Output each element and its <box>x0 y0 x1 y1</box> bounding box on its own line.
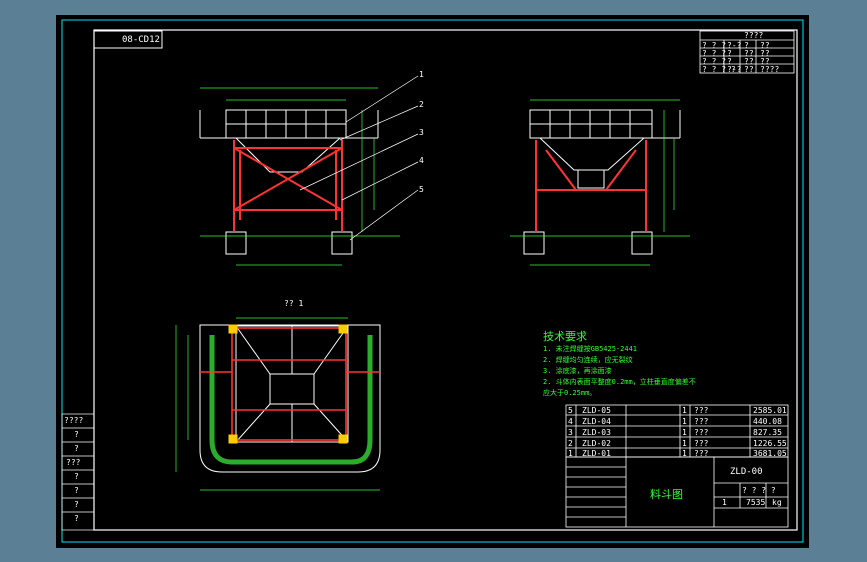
part-weight: 2585.01 <box>753 406 787 415</box>
part-no: 5 <box>568 406 573 415</box>
title-total-weight: 7535 <box>746 498 766 507</box>
title-scale-marks: ? ? ? ? <box>742 486 776 495</box>
part-weight: 440.08 <box>753 417 782 426</box>
tech-line-3: 3. 涂底漆，再涂面漆 <box>543 367 612 375</box>
part-mat: ??? <box>694 428 709 437</box>
part-code: ZLD-05 <box>582 406 611 415</box>
drawing-canvas <box>56 15 809 548</box>
callout-2: 2 <box>419 100 424 109</box>
drawing-sheet <box>56 15 809 548</box>
left-table-row: ???? <box>64 416 84 425</box>
tech-line-4: 2. 斗体内表面平整度0.2mm，立柱垂直度偏差不 <box>543 378 696 386</box>
part-code: ZLD-02 <box>582 439 611 448</box>
drawing-number: 08-CD12 <box>122 35 160 45</box>
part-mat: ??? <box>694 406 709 415</box>
part-code: ZLD-01 <box>582 449 611 458</box>
part-weight: 1226.55 <box>753 439 787 448</box>
part-weight: 827.35 <box>753 428 782 437</box>
title-sheet: 1 <box>722 498 727 507</box>
tech-line-1: 1. 未注焊缝按GB5425-2441 <box>543 345 638 353</box>
part-no: 2 <box>568 439 573 448</box>
part-code: ZLD-03 <box>582 428 611 437</box>
part-mat: ??? <box>694 417 709 426</box>
tech-line-2: 2. 焊缝均匀连续，应无裂纹 <box>543 356 633 364</box>
drawing-title: 料斗图 <box>650 488 683 501</box>
part-qty: 1 <box>682 406 687 415</box>
callout-1: 1 <box>419 70 424 79</box>
left-table-row: ? <box>74 472 79 481</box>
part-weight: 3681.05 <box>753 449 787 458</box>
left-table-row: ? <box>74 500 79 509</box>
top-block-r4c4: ???? <box>760 65 780 74</box>
title-code: ZLD-00 <box>730 467 763 477</box>
part-qty: 1 <box>682 417 687 426</box>
left-table-row: ? <box>74 444 79 453</box>
plan-view-label: ?? 1 <box>284 299 304 308</box>
part-no: 4 <box>568 417 573 426</box>
left-table-row: ??? <box>66 458 81 467</box>
top-block-r4c2: ?-? <box>727 65 742 74</box>
tech-line-5: 应大于0.25mm。 <box>543 389 597 397</box>
part-code: ZLD-04 <box>582 417 611 426</box>
part-mat: ??? <box>694 439 709 448</box>
left-table-row: ? <box>74 486 79 495</box>
left-table-row: ? <box>74 514 79 523</box>
top-block-header: ???? <box>744 31 764 40</box>
part-mat: ??? <box>694 449 709 458</box>
part-no: 3 <box>568 428 573 437</box>
callout-5: 5 <box>419 185 424 194</box>
left-table-row: ? <box>74 430 79 439</box>
part-no: 1 <box>568 449 573 458</box>
callout-3: 3 <box>419 128 424 137</box>
part-qty: 1 <box>682 449 687 458</box>
callout-4: 4 <box>419 156 424 165</box>
top-block-r4c3: ?? <box>744 65 754 74</box>
title-unit: kg <box>772 498 782 507</box>
part-qty: 1 <box>682 439 687 448</box>
tech-title: 技术要求 <box>543 330 587 343</box>
part-qty: 1 <box>682 428 687 437</box>
